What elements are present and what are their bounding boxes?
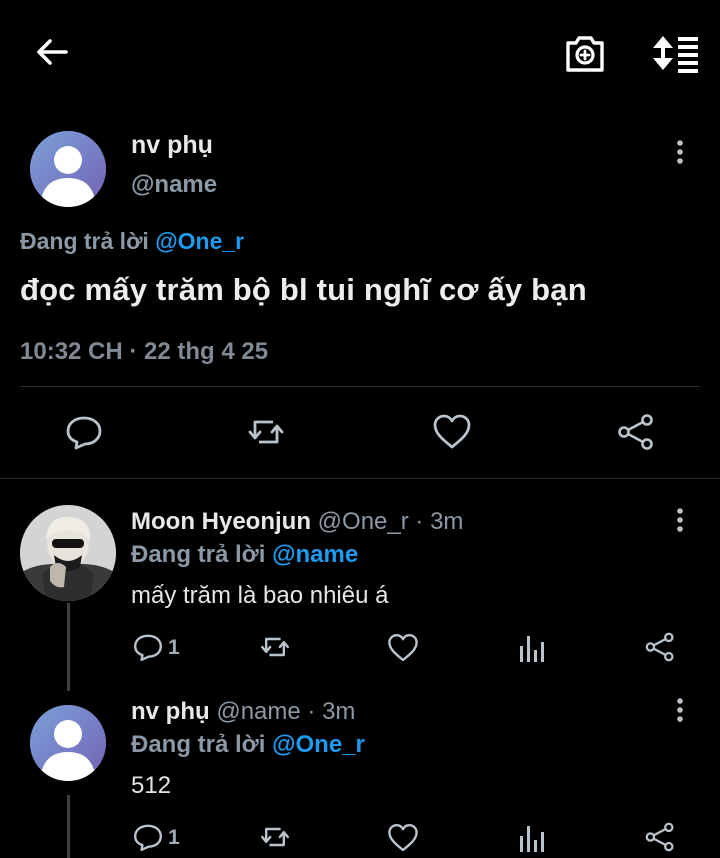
sort-list-icon: [653, 36, 698, 73]
more-vertical-icon: [677, 508, 683, 532]
reply-text: mấy trăm là bao nhiêu á: [131, 582, 389, 609]
replying-to: Đang trả lời @name: [131, 541, 358, 569]
reply-header: nv phụ @name · 3m: [131, 698, 355, 726]
avatar[interactable]: [20, 505, 116, 601]
more-vertical-icon: [677, 698, 683, 722]
retweet-button[interactable]: [259, 821, 291, 853]
heart-icon: [388, 634, 418, 662]
analytics-icon: [520, 826, 544, 852]
heart-icon: [433, 414, 471, 449]
share-icon: [618, 414, 653, 450]
thread-line: [67, 795, 70, 858]
reply-icon: [134, 824, 162, 851]
share-button[interactable]: [616, 412, 656, 452]
divider: [20, 386, 700, 387]
like-button[interactable]: [387, 632, 419, 664]
more-options-button[interactable]: [668, 138, 692, 168]
profile-photo: [20, 505, 116, 601]
mention-link[interactable]: @One_r: [155, 228, 244, 254]
more-options-button[interactable]: [668, 506, 692, 536]
author-name[interactable]: nv phụ: [131, 131, 213, 160]
reply-icon: [134, 634, 162, 661]
time-ago: · 3m: [415, 508, 464, 535]
replying-prefix: Đang trả lời: [131, 731, 266, 758]
more-vertical-icon: [677, 140, 683, 164]
reply-count: 1: [168, 636, 180, 659]
reply-text: 512: [131, 772, 172, 799]
avatar[interactable]: [30, 705, 106, 781]
reply-count: 1: [168, 826, 180, 849]
mention-link[interactable]: @name: [272, 541, 358, 568]
divider: [0, 478, 720, 479]
arrow-left-icon: [37, 39, 68, 65]
retweet-button[interactable]: [259, 631, 291, 663]
share-button[interactable]: [644, 821, 676, 853]
more-options-button[interactable]: [668, 696, 692, 726]
default-avatar-icon: [30, 131, 106, 207]
author-name[interactable]: Moon Hyeonjun: [131, 508, 311, 535]
camera-add-icon: [566, 36, 604, 72]
replying-prefix: Đang trả lời: [20, 228, 149, 254]
analytics-button[interactable]: [516, 632, 548, 664]
retweet-button[interactable]: [246, 412, 286, 452]
top-bar: [0, 0, 720, 100]
share-button[interactable]: [644, 631, 676, 663]
analytics-button[interactable]: [516, 822, 548, 854]
camera-button[interactable]: [562, 30, 608, 76]
retweet-icon: [261, 637, 289, 657]
avatar[interactable]: [30, 131, 106, 207]
like-button[interactable]: [432, 412, 472, 452]
tweet-timestamp: 10:32 CH · 22 thg 4 25: [20, 338, 269, 365]
replying-prefix: Đang trả lời: [131, 541, 266, 568]
tweet-text: đọc mấy trăm bộ bl tui nghĩ cơ ấy bạn: [20, 272, 587, 307]
default-avatar-icon: [30, 705, 106, 781]
analytics-icon: [520, 636, 544, 662]
author-handle[interactable]: @name: [216, 698, 300, 725]
reply-button[interactable]: [132, 821, 164, 853]
like-button[interactable]: [387, 822, 419, 854]
author-name[interactable]: nv phụ: [131, 698, 210, 725]
replying-to: Đang trả lời @One_r: [20, 228, 244, 255]
reply-button[interactable]: [132, 631, 164, 663]
reply-button[interactable]: [64, 412, 104, 452]
sort-button[interactable]: [646, 30, 702, 76]
author-handle[interactable]: @name: [131, 171, 217, 199]
reply-icon: [66, 416, 102, 450]
replying-to: Đang trả lời @One_r: [131, 731, 365, 759]
author-handle[interactable]: @One_r: [318, 508, 409, 535]
time-ago: · 3m: [307, 698, 356, 725]
mention-link[interactable]: @One_r: [272, 731, 365, 758]
reply-header: Moon Hyeonjun @One_r · 3m: [131, 508, 463, 536]
share-icon: [645, 822, 674, 852]
thread-line: [67, 603, 70, 691]
back-button[interactable]: [30, 30, 74, 74]
share-icon: [645, 632, 674, 662]
retweet-icon: [248, 420, 284, 444]
heart-icon: [388, 824, 418, 852]
retweet-icon: [261, 827, 289, 847]
